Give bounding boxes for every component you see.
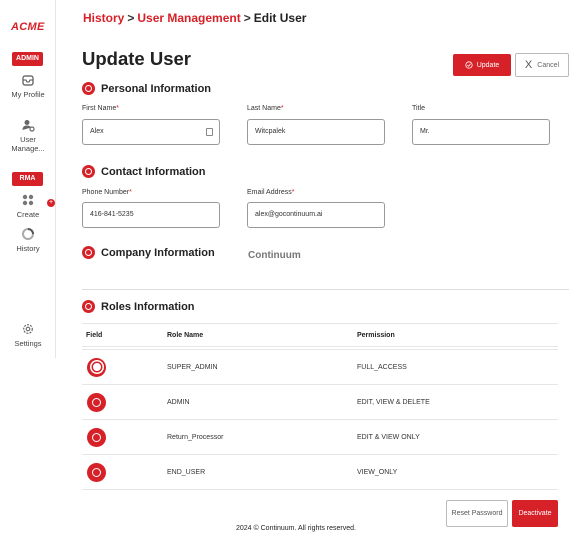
sidebar-item-label: User Manage... (11, 135, 45, 153)
check-circle-icon (465, 61, 473, 69)
role-radio-selected[interactable] (87, 357, 106, 377)
role-permission: EDIT, VIEW & DELETE (357, 398, 430, 406)
contact-card-icon (206, 128, 213, 136)
role-name: ADMIN (167, 398, 190, 406)
divider (82, 289, 569, 290)
roles-info-heading: Roles Information (82, 300, 195, 313)
first-name-field[interactable]: Alex (82, 119, 220, 145)
last-name-label: Last Name* (247, 105, 284, 112)
email-field[interactable]: alex@gocontinuum.ai (247, 202, 385, 228)
sidebar-item-my-profile[interactable]: My Profile (4, 73, 52, 99)
section-title: Contact Information (101, 165, 206, 178)
rma-badge: RMA (12, 172, 43, 186)
section-icon (82, 300, 95, 313)
page-title: Update User (82, 48, 191, 69)
company-name: Continuum (248, 250, 301, 261)
section-title: Roles Information (101, 300, 195, 313)
cancel-button[interactable]: X Cancel (515, 53, 569, 77)
role-radio[interactable] (87, 462, 106, 482)
sidebar-item-label: Create (16, 210, 40, 219)
personal-info-heading: Personal Information (82, 82, 211, 95)
section-title: Company Information (101, 246, 215, 259)
email-value: alex@gocontinuum.ai (255, 211, 323, 218)
sidebar-item-history[interactable]: History (4, 227, 52, 253)
close-icon: X (524, 59, 533, 71)
update-button[interactable]: Update (453, 54, 511, 76)
title-label: Title (412, 105, 425, 112)
table-row[interactable]: END_USER VIEW_ONLY (82, 455, 558, 490)
role-permission: EDIT & VIEW ONLY (357, 433, 420, 441)
title-field[interactable]: Mr. (412, 119, 550, 145)
sidebar-item-create[interactable]: Create (4, 193, 52, 219)
role-radio[interactable] (87, 392, 106, 412)
table-row[interactable]: Return_Processor EDIT & VIEW ONLY (82, 420, 558, 455)
add-icon[interactable]: + (47, 199, 55, 207)
role-permission: FULL_ACCESS (357, 363, 407, 371)
phone-field[interactable]: 416-841-5235 (82, 202, 220, 228)
section-title: Personal Information (101, 82, 212, 95)
table-row[interactable]: SUPER_ADMIN FULL_ACCESS (82, 350, 558, 385)
inbox-icon (22, 75, 34, 86)
reset-password-button[interactable]: Reset Password (446, 500, 508, 527)
role-name: SUPER_ADMIN (167, 363, 218, 371)
contact-info-heading: Contact Information (82, 165, 206, 178)
column-header-role-name: Role Name (167, 331, 204, 339)
history-icon (22, 228, 34, 240)
user-gear-icon (22, 120, 35, 132)
role-name: Return_Processor (167, 433, 224, 441)
breadcrumb-separator: > (127, 11, 135, 25)
last-name-value: Witcpalek (255, 128, 286, 135)
deactivate-button[interactable]: Deactivate (512, 500, 558, 527)
sidebar-item-user-management[interactable]: User Manage... (4, 118, 52, 153)
phone-value: 416-841-5235 (90, 211, 134, 218)
sidebar-item-label: Settings (14, 339, 42, 348)
roles-table: Field Role Name Permission SUPER_ADMIN F… (82, 323, 558, 490)
company-info-heading: Company Information (82, 246, 215, 259)
title-value: Mr. (420, 128, 430, 135)
update-label: Update (476, 61, 500, 69)
breadcrumb-current: Edit User (253, 11, 307, 25)
breadcrumb-separator: > (243, 11, 251, 25)
grid-icon (22, 194, 34, 206)
section-icon (82, 165, 95, 178)
section-icon (82, 246, 95, 259)
breadcrumb-history[interactable]: History (83, 11, 124, 25)
table-row[interactable]: ADMIN EDIT, VIEW & DELETE (82, 385, 558, 420)
role-radio[interactable] (87, 427, 106, 447)
phone-label: Phone Number* (82, 189, 132, 196)
breadcrumb-user-management[interactable]: User Management (137, 11, 240, 25)
column-header-permission: Permission (357, 331, 395, 339)
roles-table-header: Field Role Name Permission (82, 323, 558, 347)
acme-logo[interactable]: ACME (11, 21, 45, 33)
footer-copyright: 2024 © Continuum. All rights reserved. (236, 525, 356, 532)
gear-icon (23, 324, 33, 334)
last-name-field[interactable]: Witcpalek (247, 119, 385, 145)
column-header-field: Field (86, 331, 103, 339)
section-icon (82, 82, 95, 95)
first-name-label: First Name* (82, 105, 119, 112)
sidebar-item-label: My Profile (11, 90, 45, 99)
sidebar-item-label: History (16, 244, 40, 253)
sidebar-item-settings[interactable]: Settings (4, 322, 52, 348)
first-name-value: Alex (90, 128, 104, 135)
role-name: END_USER (167, 468, 206, 476)
cancel-label: Cancel (537, 61, 560, 69)
breadcrumb: History > User Management > Edit User (83, 11, 306, 25)
admin-badge: ADMIN (12, 52, 43, 66)
sidebar: ACME ADMIN My Profile User Manage... RMA… (0, 0, 56, 358)
role-permission: VIEW_ONLY (357, 468, 398, 476)
email-label: Email Address* (247, 189, 295, 196)
